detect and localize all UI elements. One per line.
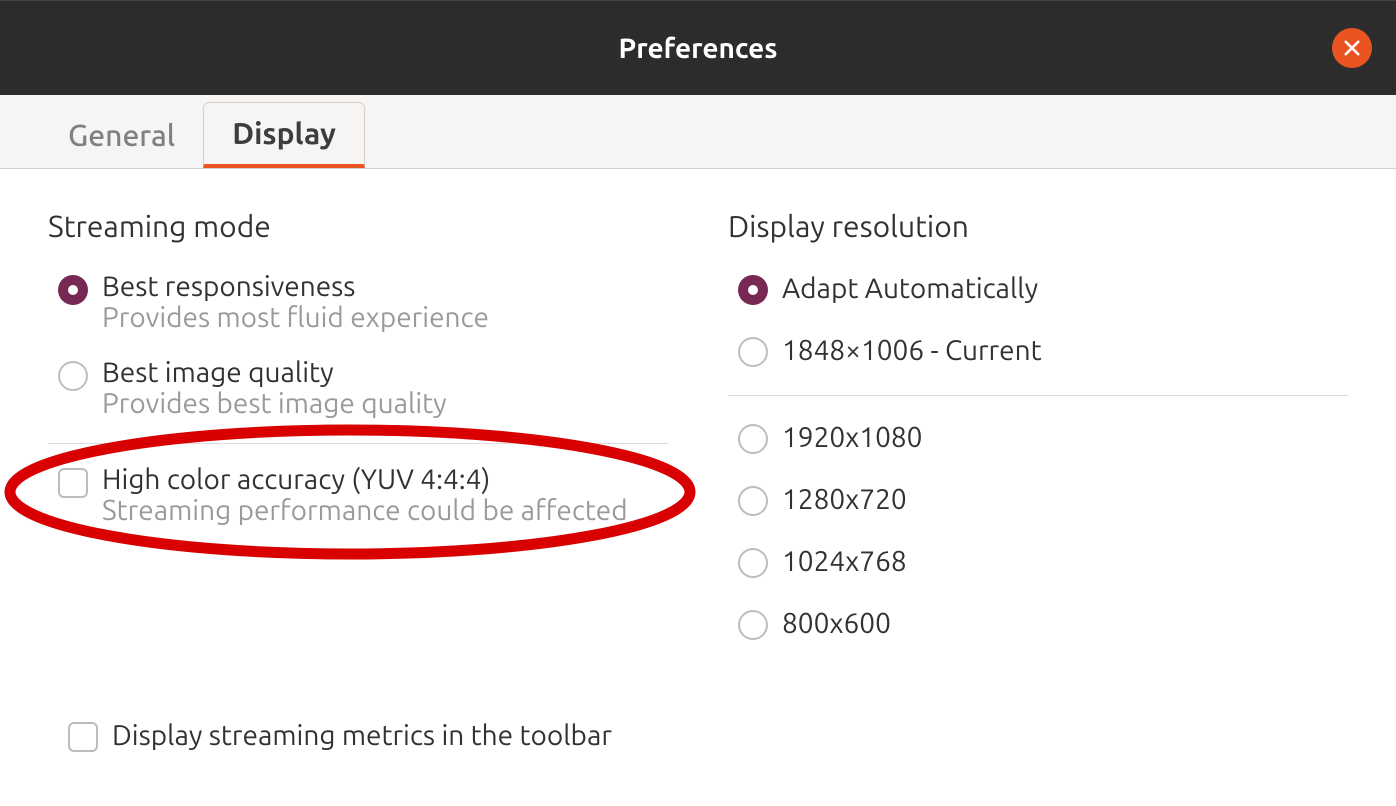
option-best-responsiveness[interactable]: Best responsiveness Provides most fluid … bbox=[48, 271, 668, 333]
option-text: Best responsiveness Provides most fluid … bbox=[102, 271, 489, 333]
divider bbox=[48, 443, 668, 444]
resolution-auto[interactable]: Adapt Automatically bbox=[728, 271, 1348, 305]
best-responsiveness-label: Best responsiveness bbox=[102, 271, 489, 302]
radio-resolution-768[interactable] bbox=[738, 548, 768, 578]
option-text: Best image quality Provides best image q… bbox=[102, 357, 447, 419]
resolution-current-label: 1848×1006 - Current bbox=[782, 335, 1042, 366]
checkbox-high-color[interactable] bbox=[58, 468, 88, 498]
option-best-quality[interactable]: Best image quality Provides best image q… bbox=[48, 357, 668, 419]
resolution-1920x1080[interactable]: 1920x1080 bbox=[728, 420, 1348, 454]
radio-resolution-auto[interactable] bbox=[738, 275, 768, 305]
best-quality-label: Best image quality bbox=[102, 357, 447, 388]
close-icon bbox=[1343, 39, 1361, 57]
resolution-1080-label: 1920x1080 bbox=[782, 422, 922, 453]
radio-resolution-current[interactable] bbox=[738, 337, 768, 367]
resolution-column: Display resolution Adapt Automatically 1… bbox=[728, 209, 1348, 668]
divider bbox=[728, 395, 1348, 396]
radio-best-responsiveness[interactable] bbox=[58, 275, 88, 305]
option-display-metrics[interactable]: Display streaming metrics in the toolbar bbox=[58, 718, 612, 752]
window-title: Preferences bbox=[619, 33, 778, 64]
resolution-1024x768[interactable]: 1024x768 bbox=[728, 544, 1348, 578]
resolution-720-label: 1280x720 bbox=[782, 484, 907, 515]
resolution-title: Display resolution bbox=[728, 209, 1348, 243]
high-color-label: High color accuracy (YUV 4:4:4) bbox=[102, 464, 628, 495]
radio-resolution-1080[interactable] bbox=[738, 424, 768, 454]
streaming-column: Streaming mode Best responsiveness Provi… bbox=[48, 209, 668, 668]
resolution-1280x720[interactable]: 1280x720 bbox=[728, 482, 1348, 516]
display-metrics-label: Display streaming metrics in the toolbar bbox=[112, 720, 612, 751]
titlebar: Preferences bbox=[0, 0, 1396, 95]
best-quality-sub: Provides best image quality bbox=[102, 388, 447, 419]
tab-general[interactable]: General bbox=[40, 102, 203, 168]
tab-display[interactable]: Display bbox=[203, 102, 365, 168]
high-color-sub: Streaming performance could be affected bbox=[102, 495, 628, 526]
content: Streaming mode Best responsiveness Provi… bbox=[0, 169, 1396, 688]
resolution-600-label: 800x600 bbox=[782, 608, 891, 639]
streaming-mode-title: Streaming mode bbox=[48, 209, 668, 243]
resolution-800x600[interactable]: 800x600 bbox=[728, 606, 1348, 640]
tabbar: General Display bbox=[0, 95, 1396, 169]
resolution-768-label: 1024x768 bbox=[782, 546, 907, 577]
close-button[interactable] bbox=[1332, 28, 1372, 68]
radio-best-quality[interactable] bbox=[58, 361, 88, 391]
radio-resolution-600[interactable] bbox=[738, 610, 768, 640]
resolution-auto-label: Adapt Automatically bbox=[782, 273, 1038, 304]
checkbox-display-metrics[interactable] bbox=[68, 722, 98, 752]
option-high-color[interactable]: High color accuracy (YUV 4:4:4) Streamin… bbox=[48, 464, 668, 526]
best-responsiveness-sub: Provides most fluid experience bbox=[102, 302, 489, 333]
resolution-current[interactable]: 1848×1006 - Current bbox=[728, 333, 1348, 367]
option-text: High color accuracy (YUV 4:4:4) Streamin… bbox=[102, 464, 628, 526]
radio-resolution-720[interactable] bbox=[738, 486, 768, 516]
